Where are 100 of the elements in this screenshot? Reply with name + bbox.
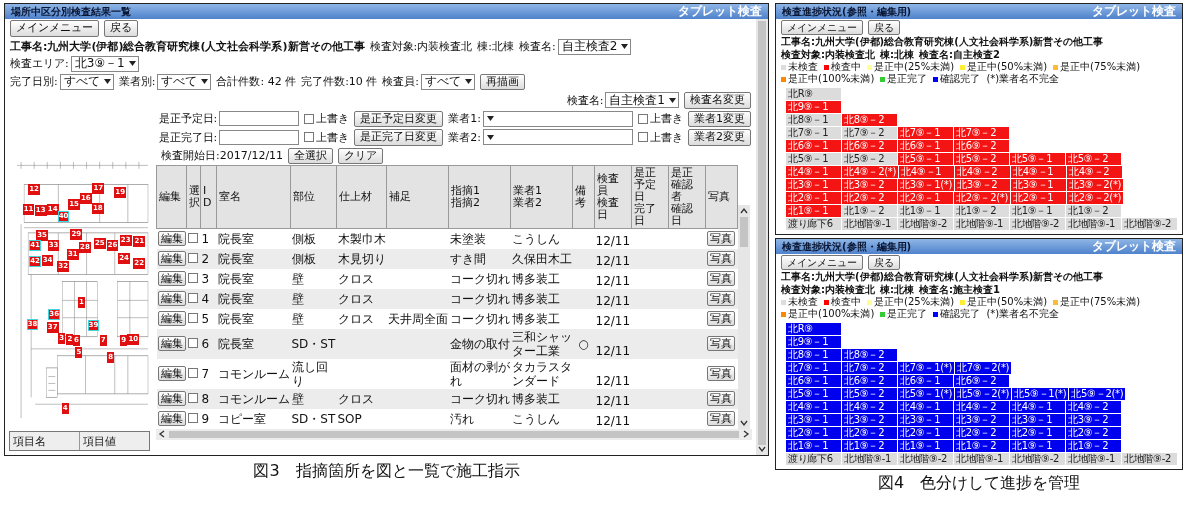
area-cell[interactable]: 北2⑨－1 <box>1011 192 1067 204</box>
area-cell[interactable]: 北6⑨－2 <box>954 375 1009 387</box>
area-cell[interactable]: 北5⑨－1(*) <box>1012 388 1069 400</box>
area-cell[interactable]: 北7⑨－2(*) <box>955 362 1012 374</box>
area-cell[interactable]: 北2⑨－1 <box>786 427 841 439</box>
area-cell[interactable]: 北4⑨－1 <box>898 401 953 413</box>
area-cell[interactable]: 北地階⑨-1 <box>842 453 897 465</box>
area-cell[interactable]: 北5⑨－2 <box>954 153 1009 165</box>
row-checkbox[interactable] <box>187 412 198 423</box>
area-cell[interactable]: 北地階⑨-1 <box>1066 218 1121 230</box>
edit-button[interactable]: 編集 <box>157 271 186 286</box>
checkbox[interactable] <box>304 113 315 124</box>
dropdown[interactable] <box>483 110 633 127</box>
area-cell[interactable]: 北3⑨－2 <box>842 179 897 191</box>
back-button[interactable]: 戻る <box>868 255 900 270</box>
chevron-down-icon[interactable] <box>740 418 748 427</box>
area-cell[interactable]: 北3⑨－1 <box>786 414 841 426</box>
area-cell[interactable]: 北9⑨－1 <box>786 336 841 348</box>
area-cell[interactable]: 北6⑨－2 <box>954 140 1009 152</box>
area-cell[interactable]: 北2⑨－1 <box>898 192 953 204</box>
photo-button[interactable]: 写真 <box>706 251 735 266</box>
dropdown[interactable] <box>483 129 633 146</box>
area-cell[interactable]: 北3⑨－1(*) <box>898 179 955 191</box>
area-cell[interactable]: 北8⑨－1 <box>786 349 841 361</box>
photo-button[interactable]: 写真 <box>706 231 735 247</box>
scrollbar[interactable] <box>156 428 752 440</box>
area-cell[interactable]: 北7⑨－1 <box>786 127 841 139</box>
area-cell[interactable]: 北6⑨－2 <box>842 375 897 387</box>
area-cell[interactable]: 北地階⑨-2 <box>898 453 953 465</box>
area-cell[interactable]: 北1⑨－1 <box>1010 440 1065 452</box>
select-all-button[interactable]: 全選択 <box>288 147 334 164</box>
chevron-down-icon[interactable] <box>758 444 766 453</box>
photo-button[interactable]: 写真 <box>706 271 735 286</box>
chevron-right-icon[interactable] <box>742 430 750 438</box>
area-cell[interactable]: 北3⑨－2 <box>954 414 1009 426</box>
dropdown[interactable]: すべて <box>421 73 476 90</box>
dropdown[interactable]: 自主検査2 <box>557 38 632 55</box>
date-field[interactable] <box>219 111 300 127</box>
area-cell[interactable]: 北2⑨－1 <box>1010 427 1065 439</box>
edit-button[interactable]: 編集 <box>157 231 186 247</box>
area-cell[interactable]: 北地階⑨-1 <box>842 218 897 230</box>
area-cell[interactable]: 北7⑨－2 <box>842 127 897 139</box>
area-cell[interactable]: 北地階⑨-1 <box>954 453 1009 465</box>
chevron-left-icon[interactable] <box>158 430 166 438</box>
area-cell[interactable]: 北2⑨－2 <box>842 192 897 204</box>
edit-button[interactable]: 編集 <box>157 411 186 426</box>
area-cell[interactable]: 北4⑨－1 <box>786 166 841 178</box>
area-cell[interactable]: 北5⑨－1 <box>786 153 841 165</box>
area-cell[interactable]: 北1⑨－2 <box>954 440 1009 452</box>
checkbox[interactable] <box>638 132 648 143</box>
area-cell[interactable]: 北7⑨－1(*) <box>898 362 955 374</box>
area-cell[interactable]: 北7⑨－2 <box>842 362 897 374</box>
dropdown[interactable]: すべて <box>157 73 212 90</box>
area-cell[interactable]: 北R⑨ <box>786 88 841 100</box>
action-button[interactable]: 業者2変更 <box>688 129 751 146</box>
row-checkbox[interactable] <box>187 312 198 323</box>
area-cell[interactable]: 北1⑨－2 <box>954 205 1009 217</box>
area-cell[interactable]: 北5⑨－2 <box>1066 153 1121 165</box>
edit-button[interactable]: 編集 <box>157 366 186 381</box>
dropdown[interactable]: 北3⑨－1 <box>70 55 139 72</box>
main-menu-button[interactable]: メインメニュー <box>781 255 863 270</box>
checkbox[interactable] <box>638 113 648 124</box>
scrollbar[interactable] <box>738 205 750 429</box>
area-cell[interactable]: 北9⑨－1 <box>786 101 841 113</box>
area-cell[interactable]: 北3⑨－2 <box>955 179 1011 191</box>
area-cell[interactable]: 北1⑨－2 <box>842 205 897 217</box>
area-cell[interactable]: 北5⑨－2(*) <box>1069 388 1126 400</box>
area-cell[interactable]: 北地階⑨-2 <box>1122 453 1177 465</box>
scrollbar-thumb[interactable] <box>740 217 748 247</box>
area-cell[interactable]: 北8⑨－2 <box>842 349 897 361</box>
area-cell[interactable]: 北7⑨－1 <box>898 127 953 139</box>
edit-button[interactable]: 編集 <box>157 391 186 406</box>
edit-button[interactable]: 編集 <box>157 336 186 351</box>
back-button[interactable]: 戻る <box>104 20 138 37</box>
scrollbar[interactable] <box>756 19 768 455</box>
action-button[interactable]: 是正完了日変更 <box>354 129 444 146</box>
date-field[interactable] <box>219 129 300 145</box>
area-cell[interactable]: 北4⑨－2 <box>1067 166 1123 178</box>
action-button[interactable]: 検査名変更 <box>684 92 751 109</box>
row-checkbox[interactable] <box>187 337 198 348</box>
area-cell[interactable]: 北6⑨－1 <box>898 140 953 152</box>
area-cell[interactable]: 渡り廊下6 <box>786 453 841 465</box>
area-cell[interactable]: 北2⑨－1 <box>898 427 953 439</box>
area-cell[interactable]: 北地階⑨-1 <box>954 218 1009 230</box>
area-cell[interactable]: 北5⑨－1 <box>1010 153 1065 165</box>
photo-button[interactable]: 写真 <box>706 411 735 426</box>
area-cell[interactable]: 北3⑨－1 <box>1010 414 1065 426</box>
area-cell[interactable]: 北4⑨－2 <box>842 401 897 413</box>
area-cell[interactable]: 北3⑨－2 <box>842 414 897 426</box>
area-cell[interactable]: 北1⑨－1 <box>898 440 953 452</box>
area-cell[interactable]: 北6⑨－1 <box>898 375 953 387</box>
photo-button[interactable]: 写真 <box>706 291 735 306</box>
row-checkbox[interactable] <box>187 252 198 263</box>
area-cell[interactable]: 北5⑨－1(*) <box>898 388 955 400</box>
main-menu-button[interactable]: メインメニュー <box>10 20 99 37</box>
area-cell[interactable]: 北1⑨－2 <box>1066 205 1121 217</box>
area-cell[interactable]: 北6⑨－1 <box>786 375 841 387</box>
area-cell[interactable]: 北2⑨－1 <box>786 192 841 204</box>
area-cell[interactable]: 北1⑨－1 <box>786 205 841 217</box>
area-cell[interactable]: 北2⑨－2(*) <box>954 192 1011 204</box>
